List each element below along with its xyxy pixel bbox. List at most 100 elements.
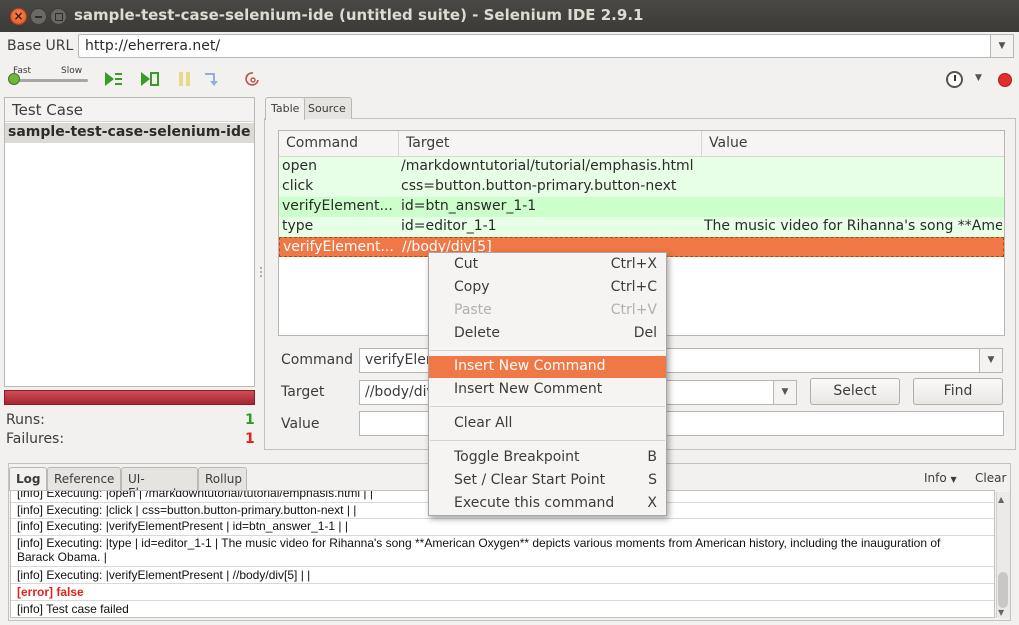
row-value: The music video for Rihanna's song **Ame…: [704, 218, 1002, 234]
menu-item-label: Clear All: [454, 415, 513, 431]
base-url-input[interactable]: http://eherrera.net/: [78, 34, 992, 58]
column-header-value[interactable]: Value: [709, 135, 747, 151]
command-table-header: Command Target Value: [279, 131, 1004, 157]
menu-item-shortcut: S: [648, 472, 657, 488]
menu-item-execute-this-command[interactable]: Execute this command X: [429, 493, 666, 515]
menu-item-shortcut: Ctrl+V: [610, 302, 657, 318]
tab-rollup[interactable]: Rollup: [198, 467, 247, 491]
find-button[interactable]: Find: [913, 378, 1003, 405]
target-label: Target: [281, 384, 325, 400]
row-target: css=button.button-primary.button-next: [401, 178, 677, 194]
table-row[interactable]: type id=editor_1-1 The music video for R…: [279, 217, 1004, 237]
log-line: [info] Executing: |type | id=editor_1-1 …: [17, 536, 941, 564]
tab-source[interactable]: Source: [302, 97, 352, 119]
log-line: [info] Executing: |verifyElementPresent …: [17, 519, 348, 533]
play-test-icon[interactable]: [140, 70, 160, 88]
row-target: id=btn_answer_1-1: [401, 198, 537, 214]
command-dropdown-button[interactable]: ▼: [979, 348, 1003, 373]
minimize-window-button[interactable]: [30, 8, 47, 25]
maximize-window-button[interactable]: [50, 8, 67, 25]
menu-separator: [430, 440, 665, 441]
select-button[interactable]: Select: [810, 378, 900, 405]
log-level-dropdown[interactable]: Info ▼: [924, 471, 957, 485]
menu-item-insert-new-command[interactable]: Insert New Command: [429, 356, 666, 378]
window-title: sample-test-case-selenium-ide (untitled …: [74, 6, 644, 24]
menu-item-toggle-breakpoint[interactable]: Toggle Breakpoint B: [429, 447, 666, 469]
speed-slider-knob[interactable]: [8, 73, 20, 85]
pause-icon[interactable]: [175, 70, 195, 88]
log-line: [info] Test case failed: [17, 602, 129, 616]
row-command: type: [282, 218, 314, 234]
speed-slow-label: Slow: [61, 66, 83, 76]
clear-log-button[interactable]: Clear: [975, 471, 1006, 485]
menu-item-clear-all[interactable]: Clear All: [429, 413, 666, 435]
runs-count: 1: [245, 412, 255, 428]
menu-item-label: Delete: [454, 325, 500, 341]
speed-slider-track[interactable]: [12, 79, 88, 82]
tab-table[interactable]: Table: [265, 97, 306, 120]
failures-label: Failures:: [6, 431, 65, 447]
row-command: open: [282, 158, 317, 174]
log-divider: [11, 566, 994, 567]
run-progress-bar: [4, 390, 255, 405]
menu-item-label: Cut: [454, 256, 479, 272]
column-header-target[interactable]: Target: [406, 135, 449, 151]
menu-item-set-clear-start-point[interactable]: Set / Clear Start Point S: [429, 470, 666, 492]
table-row[interactable]: open /markdowntutorial/tutorial/emphasis…: [279, 157, 1004, 177]
menu-item-delete[interactable]: Delete Del: [429, 323, 666, 345]
menu-item-label: Set / Clear Start Point: [454, 472, 606, 488]
menu-item-shortcut: Del: [633, 325, 657, 341]
test-case-header: Test Case: [5, 98, 254, 122]
log-line: [info] Executing: |verifyElementPresent …: [17, 568, 311, 582]
log-divider: [11, 600, 994, 601]
menu-item-shortcut: Ctrl+X: [610, 256, 657, 272]
menu-item-insert-new-comment[interactable]: Insert New Comment: [429, 379, 666, 401]
test-case-item[interactable]: sample-test-case-selenium-ide: [5, 123, 254, 143]
tab-reference[interactable]: Reference: [47, 467, 121, 491]
tab-ui-element[interactable]: UI-Element: [121, 467, 198, 500]
play-suite-icon[interactable]: [104, 70, 124, 88]
row-target: /markdowntutorial/tutorial/emphasis.html: [401, 158, 694, 174]
target-dropdown-button[interactable]: ▼: [773, 380, 797, 405]
log-level-label: Info: [924, 471, 947, 485]
context-menu: Cut Ctrl+X Copy Ctrl+C Paste Ctrl+V Dele…: [428, 252, 667, 516]
table-row[interactable]: verifyElement... id=btn_answer_1-1: [279, 197, 1004, 217]
splitter-handle[interactable]: [259, 266, 263, 278]
log-line-error: [error] false: [17, 585, 84, 599]
title-bar: × sample-test-case-selenium-ide (untitle…: [0, 0, 1019, 32]
column-divider: [701, 131, 702, 156]
menu-separator: [430, 350, 665, 351]
step-icon[interactable]: [202, 70, 222, 88]
menu-item-label: Execute this command: [454, 495, 615, 511]
base-url-label: Base URL: [7, 38, 74, 54]
row-target: id=editor_1-1: [401, 218, 497, 234]
menu-item-copy[interactable]: Copy Ctrl+C: [429, 277, 666, 299]
record-icon[interactable]: [998, 73, 1012, 87]
command-label: Command: [281, 352, 353, 368]
menu-separator: [430, 406, 665, 407]
log-divider: [11, 583, 994, 584]
row-command: verifyElement...: [282, 198, 393, 214]
menu-item-shortcut: X: [647, 495, 657, 511]
menu-item-cut[interactable]: Cut Ctrl+X: [429, 254, 666, 276]
test-case-panel: Test Case sample-test-case-selenium-ide: [4, 97, 255, 387]
menu-item-label: Toggle Breakpoint: [454, 449, 580, 465]
schedule-clock-icon[interactable]: [946, 71, 963, 88]
tab-log[interactable]: Log: [9, 467, 47, 491]
chevron-down-icon[interactable]: ▼: [975, 73, 982, 83]
close-window-button[interactable]: ×: [10, 8, 27, 25]
row-command: verifyElement...: [283, 239, 394, 255]
row-command: click: [282, 178, 314, 194]
runs-label: Runs:: [6, 412, 45, 428]
column-divider: [398, 131, 399, 156]
menu-item-label: Insert New Comment: [454, 381, 603, 397]
base-url-dropdown-button[interactable]: ▼: [990, 34, 1014, 58]
column-header-command[interactable]: Command: [286, 135, 358, 151]
scroll-down-icon[interactable]: ▼: [998, 608, 1004, 617]
value-label: Value: [281, 416, 320, 432]
log-scrollbar-thumb[interactable]: [998, 572, 1008, 608]
table-row[interactable]: click css=button.button-primary.button-n…: [279, 177, 1004, 197]
rollup-icon[interactable]: [243, 70, 263, 88]
scroll-up-icon[interactable]: ▲: [998, 495, 1004, 504]
menu-item-paste[interactable]: Paste Ctrl+V: [429, 300, 666, 322]
